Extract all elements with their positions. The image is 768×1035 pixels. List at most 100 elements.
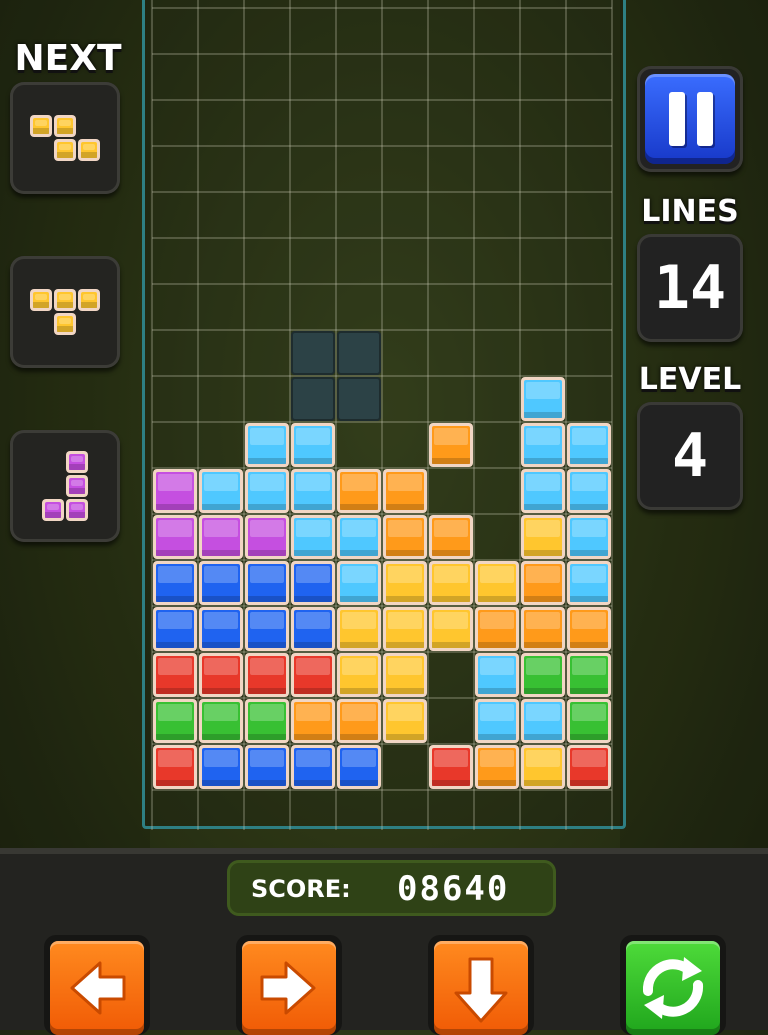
block-yellow — [521, 515, 565, 559]
move-left-button[interactable] — [44, 935, 150, 1035]
block-yellow — [383, 653, 427, 697]
pause-button[interactable] — [637, 66, 743, 172]
block-yellow — [521, 745, 565, 789]
ghost-block — [337, 377, 381, 421]
block-orange — [429, 423, 473, 467]
block-blue — [153, 561, 197, 605]
score-value: 08640 — [397, 869, 510, 909]
block-red — [153, 653, 197, 697]
block-yellow — [383, 699, 427, 743]
ghost-block — [291, 377, 335, 421]
block-green — [199, 699, 243, 743]
pause-bar-left — [669, 92, 685, 146]
arrow-left-icon — [70, 961, 126, 1015]
block-yellow — [429, 607, 473, 651]
block-orange — [383, 469, 427, 513]
block-red — [429, 745, 473, 789]
block-red — [291, 653, 335, 697]
block-yellow — [429, 561, 473, 605]
block-blue — [337, 745, 381, 789]
block-cyan — [337, 515, 381, 559]
ghost-block — [291, 331, 335, 375]
move-right-button[interactable] — [236, 935, 342, 1035]
block-red — [567, 745, 611, 789]
next-block-yellow — [78, 289, 100, 311]
block-yellow — [337, 607, 381, 651]
next-block-yellow — [30, 289, 52, 311]
score-display: SCORE: 08640 — [227, 860, 556, 916]
block-blue — [291, 607, 335, 651]
block-blue — [199, 561, 243, 605]
block-purple — [153, 515, 197, 559]
arrow-right-icon — [260, 961, 316, 1015]
rotate-button[interactable] — [620, 935, 726, 1035]
block-blue — [199, 607, 243, 651]
next-block-yellow — [78, 139, 100, 161]
block-yellow — [383, 607, 427, 651]
pause-icon — [645, 74, 735, 164]
ghost-block — [337, 331, 381, 375]
level-label: LEVEL — [638, 362, 742, 397]
block-orange — [567, 607, 611, 651]
block-cyan — [521, 469, 565, 513]
block-cyan — [337, 561, 381, 605]
block-cyan — [567, 515, 611, 559]
score-label: SCORE: — [251, 875, 351, 903]
block-red — [153, 745, 197, 789]
next-block-yellow — [54, 313, 76, 335]
pause-bar-right — [697, 92, 713, 146]
next-piece-3 — [10, 430, 120, 542]
block-orange — [521, 607, 565, 651]
block-green — [521, 653, 565, 697]
next-title: NEXT — [14, 38, 122, 79]
block-red — [245, 653, 289, 697]
next-block-yellow — [54, 289, 76, 311]
block-cyan — [291, 423, 335, 467]
block-blue — [291, 561, 335, 605]
block-orange — [337, 469, 381, 513]
drop-down-button[interactable] — [428, 935, 534, 1035]
block-yellow — [383, 561, 427, 605]
next-piece-1 — [10, 82, 120, 194]
block-blue — [245, 561, 289, 605]
block-cyan — [245, 423, 289, 467]
rotate-icon — [642, 957, 704, 1019]
block-cyan — [521, 699, 565, 743]
block-yellow — [337, 653, 381, 697]
block-red — [199, 653, 243, 697]
next-block-yellow — [30, 115, 52, 137]
block-cyan — [475, 699, 519, 743]
block-cyan — [291, 469, 335, 513]
block-orange — [291, 699, 335, 743]
block-green — [153, 699, 197, 743]
block-purple — [245, 515, 289, 559]
lines-label: LINES — [641, 194, 739, 229]
block-orange — [475, 745, 519, 789]
next-block-purple — [42, 499, 64, 521]
next-block-yellow — [54, 115, 76, 137]
block-blue — [245, 607, 289, 651]
next-block-purple — [66, 475, 88, 497]
block-cyan — [291, 515, 335, 559]
next-piece-2 — [10, 256, 120, 368]
block-orange — [521, 561, 565, 605]
level-value: 4 — [637, 402, 743, 510]
block-orange — [429, 515, 473, 559]
block-purple — [153, 469, 197, 513]
block-green — [567, 653, 611, 697]
block-orange — [383, 515, 427, 559]
lines-value: 14 — [637, 234, 743, 342]
block-cyan — [199, 469, 243, 513]
block-green — [245, 699, 289, 743]
block-orange — [337, 699, 381, 743]
block-green — [567, 699, 611, 743]
block-blue — [199, 745, 243, 789]
next-block-purple — [66, 451, 88, 473]
game-board[interactable] — [142, 0, 626, 830]
block-blue — [245, 745, 289, 789]
block-cyan — [567, 561, 611, 605]
block-yellow — [475, 561, 519, 605]
arrow-down-icon — [454, 957, 508, 1023]
block-cyan — [475, 653, 519, 697]
block-cyan — [567, 423, 611, 467]
